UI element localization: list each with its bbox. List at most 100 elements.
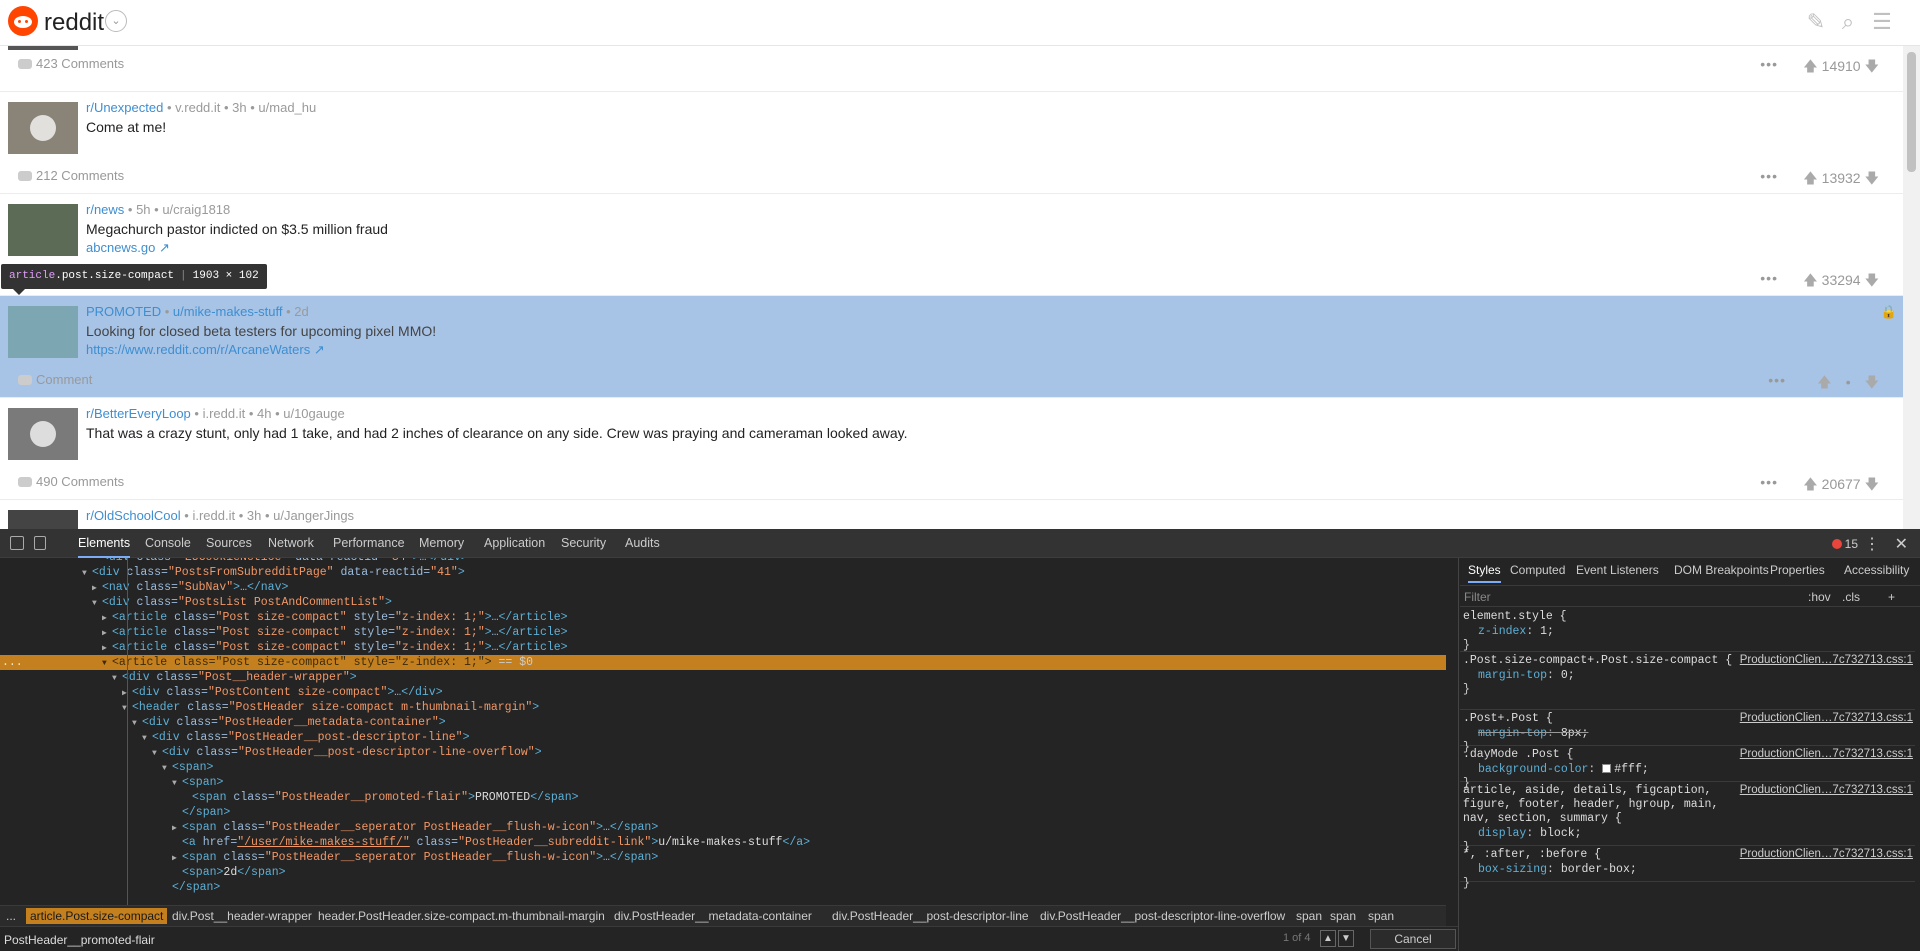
more-options-button[interactable]: ••• bbox=[1760, 168, 1778, 184]
menu-icon[interactable]: ☰ bbox=[1870, 10, 1894, 34]
find-input[interactable] bbox=[4, 931, 1204, 948]
post-title[interactable]: Looking for closed beta testers for upco… bbox=[86, 323, 436, 339]
upvote-icon[interactable]: 🡅 bbox=[1817, 372, 1831, 396]
post-title[interactable]: Megachurch pastor indicted on $3.5 milli… bbox=[86, 221, 388, 237]
styles-tab-properties[interactable]: Properties bbox=[1770, 558, 1825, 583]
more-options-button[interactable]: ••• bbox=[1760, 270, 1778, 286]
expand-toggle-icon[interactable]: ▼ bbox=[92, 596, 102, 611]
node-options-icon[interactable]: ... bbox=[2, 655, 23, 670]
domain[interactable]: v.redd.it bbox=[175, 100, 220, 115]
downvote-icon[interactable]: 🡇 bbox=[1865, 474, 1879, 498]
upvote-icon[interactable]: 🡅 bbox=[1803, 168, 1817, 192]
post-thumbnail[interactable] bbox=[8, 510, 78, 529]
pencil-icon[interactable]: ✎ bbox=[1804, 10, 1828, 34]
post-thumbnail[interactable] bbox=[8, 204, 78, 256]
upvote-icon[interactable]: 🡅 bbox=[1803, 474, 1817, 498]
rule-source-link[interactable]: ProductionClien…7c732713.css:1 bbox=[1740, 712, 1913, 724]
expand-toggle-icon[interactable]: ▶ bbox=[102, 611, 112, 626]
expand-toggle-icon[interactable]: ▼ bbox=[142, 731, 152, 746]
chevron-up-icon[interactable]: ▲ bbox=[1320, 930, 1336, 947]
external-link[interactable]: https://www.reddit.com/r/ArcaneWaters ↗ bbox=[86, 342, 325, 358]
dom-node[interactable]: <span class="PostHeader__promoted-flair"… bbox=[0, 790, 579, 805]
downvote-icon[interactable]: 🡇 bbox=[1865, 168, 1879, 192]
domain[interactable]: i.redd.it bbox=[203, 406, 246, 421]
post-card[interactable]: r/OldSchoolCool • i.redd.it • 3h • u/Jan… bbox=[0, 500, 1903, 529]
post-title[interactable]: Come at me! bbox=[86, 119, 166, 135]
post-card[interactable]: r/BetterEveryLoop • i.redd.it • 4h • u/1… bbox=[0, 398, 1903, 500]
css-rule[interactable]: .Post+.Post {ProductionClien…7c732713.cs… bbox=[1460, 710, 1915, 754]
subreddit-link[interactable]: r/BetterEveryLoop bbox=[86, 406, 191, 421]
dom-node[interactable]: ▶ <article class="Post size-compact" styl… bbox=[0, 640, 568, 655]
dom-node[interactable]: ▼ <span> bbox=[0, 775, 223, 790]
expand-toggle-icon[interactable]: ▼ bbox=[112, 671, 122, 686]
expand-toggle-icon[interactable]: ▶ bbox=[172, 851, 182, 866]
user-link[interactable]: u/mad_hu bbox=[258, 100, 316, 115]
subreddit-link[interactable]: r/news bbox=[86, 202, 124, 217]
styles-tab-styles[interactable]: Styles bbox=[1468, 558, 1501, 583]
expand-toggle-icon[interactable]: ▼ bbox=[152, 746, 162, 761]
external-link[interactable]: abcnews.go ↗ bbox=[86, 240, 170, 256]
dom-node[interactable]: <div class="EUCookieNotice" data-reactid… bbox=[0, 558, 468, 565]
expand-toggle-icon[interactable]: ▼ bbox=[132, 716, 142, 731]
breadcrumb-item[interactable]: span bbox=[1296, 909, 1322, 923]
expand-toggle-icon[interactable]: ▼ bbox=[102, 656, 112, 671]
styles-filter[interactable]: Filter :hov .cls + bbox=[1460, 585, 1920, 607]
dom-node[interactable]: ▶ <span class="PostHeader__seperator Post… bbox=[0, 850, 658, 865]
upvote-icon[interactable]: 🡅 bbox=[1803, 270, 1817, 294]
dom-node[interactable]: ▼ <header class="PostHeader size-compact … bbox=[0, 700, 539, 715]
breadcrumb-item[interactable]: ... bbox=[6, 909, 16, 923]
downvote-icon[interactable]: 🡇 bbox=[1865, 56, 1879, 80]
post-thumbnail[interactable] bbox=[8, 306, 78, 358]
cls-toggle[interactable]: .cls bbox=[1842, 590, 1860, 604]
post-thumbnail[interactable] bbox=[8, 102, 78, 154]
rule-source-link[interactable]: ProductionClien…7c732713.css:1 bbox=[1740, 654, 1913, 666]
styles-tab-dom-breakpoints[interactable]: DOM Breakpoints bbox=[1674, 558, 1769, 583]
dom-node[interactable]: ▶ <span class="PostHeader__seperator Post… bbox=[0, 820, 658, 835]
tab-memory[interactable]: Memory bbox=[419, 529, 464, 558]
dom-node[interactable]: ▼ <div class="PostsFromSubredditPage" dat… bbox=[0, 565, 465, 580]
comments-link[interactable]: 490 Comments bbox=[18, 474, 124, 489]
user-link[interactable]: u/craig1818 bbox=[162, 202, 230, 217]
user-link[interactable]: u/mike-makes-stuff bbox=[173, 304, 283, 319]
tab-sources[interactable]: Sources bbox=[206, 529, 252, 558]
more-options-button[interactable]: ••• bbox=[1760, 56, 1778, 72]
subreddit-link[interactable]: r/Unexpected bbox=[86, 100, 163, 115]
expand-toggle-icon[interactable]: ▼ bbox=[162, 761, 172, 776]
tab-network[interactable]: Network bbox=[268, 529, 314, 558]
inspect-element-icon[interactable] bbox=[10, 536, 24, 550]
hov-toggle[interactable]: :hov bbox=[1808, 590, 1831, 604]
subreddit-link[interactable]: r/OldSchoolCool bbox=[86, 508, 181, 523]
error-counter[interactable]: 15 bbox=[1831, 537, 1858, 551]
downvote-icon[interactable]: 🡇 bbox=[1865, 372, 1879, 396]
more-options-button[interactable]: ••• bbox=[1768, 372, 1786, 388]
breadcrumb-item[interactable]: div.PostHeader__post-descriptor-line bbox=[832, 909, 1029, 923]
post-card[interactable]: 423 Comments ••• 🡅 14910 🡇 bbox=[0, 46, 1903, 92]
color-swatch-icon[interactable] bbox=[1602, 764, 1612, 773]
breadcrumb-item[interactable]: div.PostHeader__metadata-container bbox=[614, 909, 812, 923]
kebab-menu-icon[interactable]: ⋮ bbox=[1864, 534, 1880, 554]
dom-node[interactable]: ▼ <span> bbox=[0, 760, 213, 775]
scrollbar-thumb[interactable] bbox=[1907, 52, 1916, 172]
upvote-icon[interactable]: 🡅 bbox=[1803, 56, 1817, 80]
css-property[interactable]: margin-top: 0; bbox=[1463, 668, 1913, 683]
tab-application[interactable]: Application bbox=[484, 529, 545, 558]
chevron-down-icon[interactable]: ⌄ bbox=[105, 10, 127, 32]
dom-node[interactable]: </span> bbox=[0, 880, 220, 895]
reddit-logo-icon[interactable] bbox=[8, 6, 38, 36]
dom-node[interactable]: ▼ <div class="PostHeader__post-descriptor… bbox=[0, 745, 542, 760]
chevron-down-icon[interactable]: ▼ bbox=[1338, 930, 1354, 947]
dom-node[interactable]: <span>2d</span> bbox=[0, 865, 286, 880]
css-rule[interactable]: *, :after, :before {ProductionClien…7c73… bbox=[1460, 846, 1915, 890]
search-icon[interactable]: ⌕ bbox=[1836, 10, 1860, 34]
post-title[interactable]: That was a crazy stunt, only had 1 take,… bbox=[86, 425, 908, 441]
tab-security[interactable]: Security bbox=[561, 529, 606, 558]
breadcrumb-item[interactable]: article.Post.size-compact bbox=[26, 908, 168, 924]
breadcrumb-item[interactable]: header.PostHeader.size-compact.m-thumbna… bbox=[318, 909, 605, 923]
comments-link[interactable]: 423 Comments bbox=[18, 56, 124, 71]
styles-tab-accessibility[interactable]: Accessibility bbox=[1844, 558, 1909, 583]
expand-toggle-icon[interactable]: ▶ bbox=[92, 581, 102, 596]
promoted-post-card[interactable]: PROMOTED • u/mike-makes-stuff • 2d Looki… bbox=[0, 296, 1903, 398]
add-rule-icon[interactable]: + bbox=[1888, 590, 1895, 604]
pane-divider[interactable] bbox=[1458, 558, 1459, 951]
dom-node[interactable]: ▶ <article class="Post size-compact" styl… bbox=[0, 610, 568, 625]
